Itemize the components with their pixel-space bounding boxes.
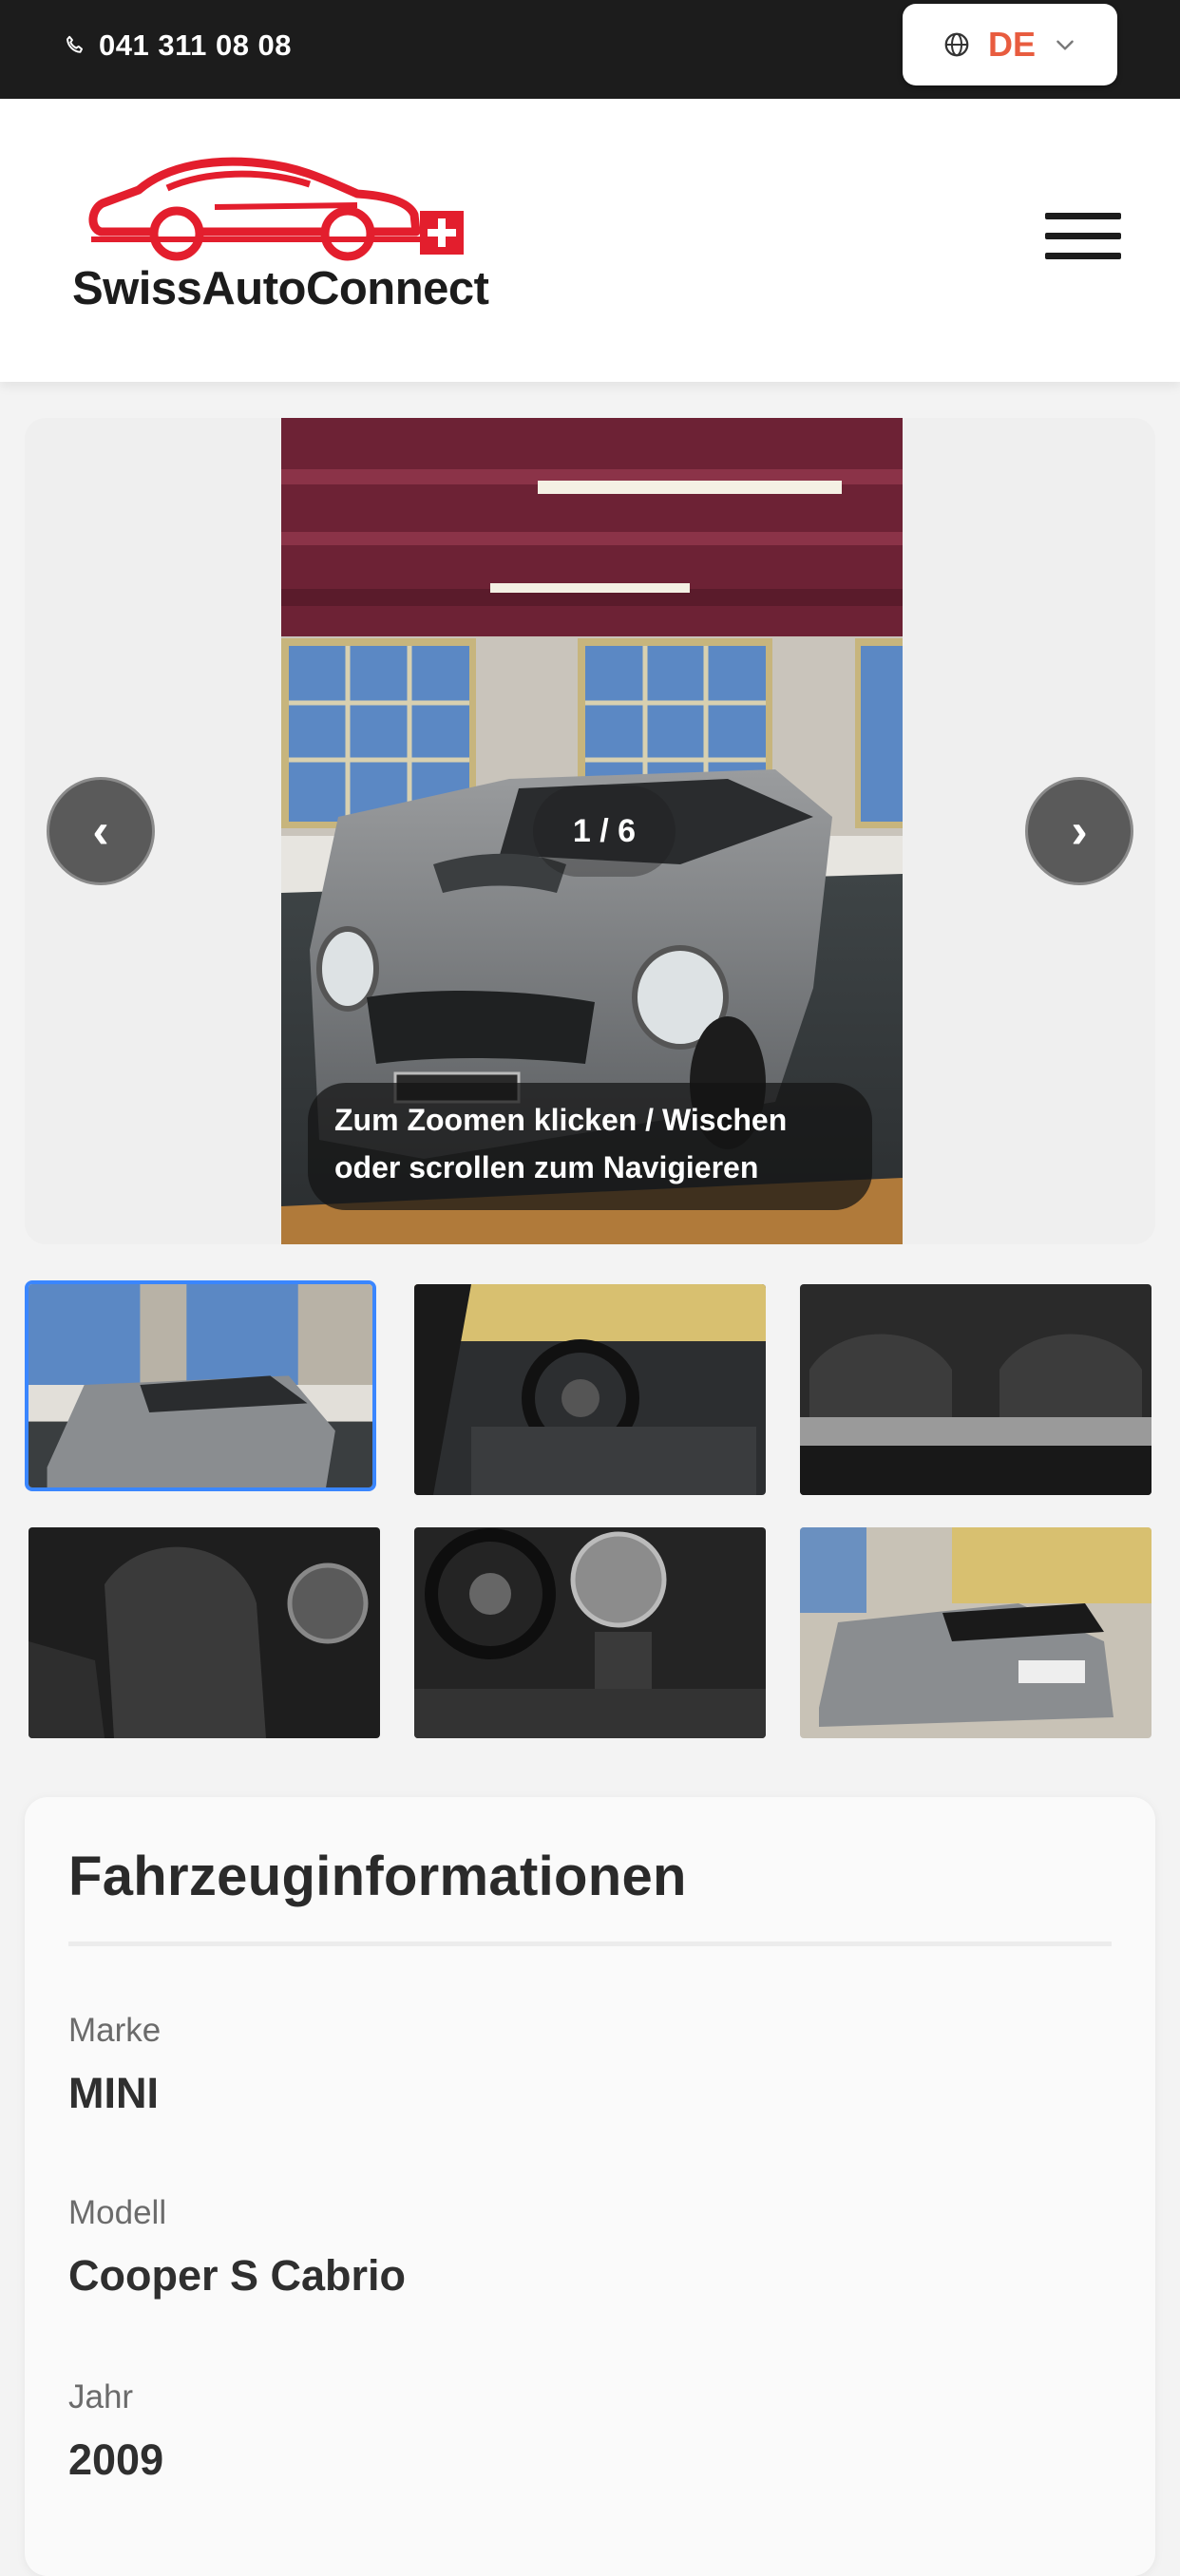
chevron-down-icon [1056,40,1074,50]
hamburger-menu-icon[interactable] [1045,213,1121,270]
brand-label: Marke [68,2012,162,2049]
image-gallery: ‹ › 1 / 6 Zum Zoomen klicken / Wischen o… [25,418,1155,1244]
vehicle-info-title: Fahrzeuginformationen [68,1846,687,1907]
thumbnail-car-front-image [29,1284,372,1487]
year-value: 2009 [68,2435,164,2484]
globe-icon [944,32,969,57]
thumbnail-6[interactable] [800,1527,1151,1738]
thumbnail-3[interactable] [800,1284,1151,1495]
image-counter: 1 / 6 [533,786,676,877]
thumbnail-car-rear-image [800,1527,1151,1738]
car-logo-icon [88,157,464,261]
top-bar: 041 311 08 08 DE [0,0,1180,99]
model-value: Cooper S Cabrio [68,2251,407,2300]
thumbnail-seat-detail-image [29,1527,380,1738]
phone-icon [67,35,84,53]
language-selector[interactable]: DE [903,4,1117,85]
thumbnail-rear-seats-image [800,1284,1151,1495]
phone-number: 041 311 08 08 [99,28,293,62]
vehicle-info-card: Fahrzeuginformationen Marke MINI Modell … [25,1797,1155,2576]
thumbnail-4[interactable] [29,1527,380,1738]
previous-image-button[interactable]: ‹ [47,777,155,885]
model-label: Modell [68,2194,167,2231]
logo-text: SwissAutoConnect [72,263,489,314]
year-label: Jahr [68,2378,134,2415]
site-logo[interactable]: SwissAutoConnect [72,148,509,367]
thumbnail-5[interactable] [414,1527,766,1738]
site-header: SwissAutoConnect [0,99,1180,382]
next-image-button[interactable]: › [1025,777,1133,885]
thumbnail-2[interactable] [414,1284,766,1495]
thumbnail-interior-steering-image [414,1284,766,1495]
thumbnail-dashboard-image [414,1527,766,1738]
language-code: DE [987,25,1036,64]
phone-link[interactable]: 041 311 08 08 [63,27,292,65]
title-divider [68,1941,1112,1946]
brand-value: MINI [68,2069,159,2117]
thumbnail-1[interactable] [25,1280,376,1491]
zoom-hint: Zum Zoomen klicken / Wischen oder scroll… [308,1083,872,1210]
